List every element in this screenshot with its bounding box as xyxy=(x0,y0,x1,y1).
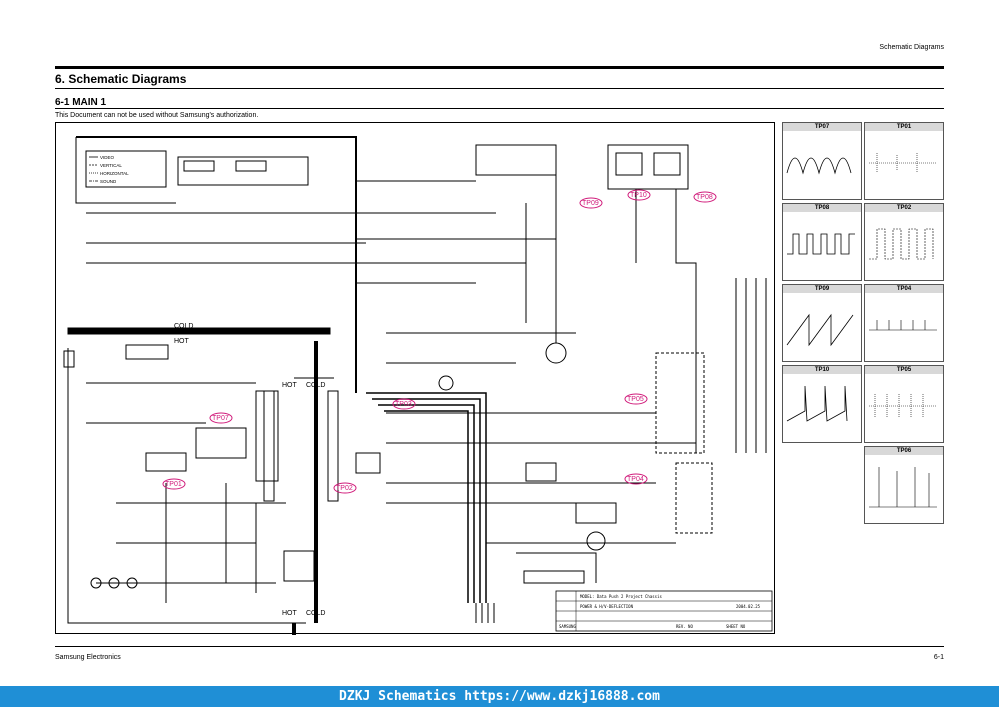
waveform-label: TP04 xyxy=(865,285,943,293)
waveform-tp09: TP09 xyxy=(782,284,862,362)
waveform-tp10: TP10 xyxy=(782,365,862,443)
sub-title-rule xyxy=(55,108,944,109)
tp02-marker: TP02 xyxy=(336,485,353,492)
legend-video: VIDEO xyxy=(100,155,115,160)
hot-label: HOT xyxy=(174,338,190,345)
hot-label-bottom: HOT xyxy=(282,610,298,617)
waveform-label: TP08 xyxy=(783,204,861,212)
tp03-marker: TP03 xyxy=(395,401,412,408)
title-block-date: 2004.02.25 xyxy=(736,604,761,609)
cold-label-center: COLD xyxy=(306,382,325,389)
legend-horizontal: HORIZONTAL xyxy=(100,171,129,176)
footer-company: Samsung Electronics xyxy=(55,654,121,661)
tp07-marker: TP07 xyxy=(212,415,229,422)
section-rule xyxy=(55,88,944,89)
schematic-svg: COLD HOT HOT COLD HOT COLD VIDEO VERTICA… xyxy=(63,136,773,635)
header-section-label: Schematic Diagrams xyxy=(879,44,944,51)
waveform-label: TP06 xyxy=(865,447,943,455)
waveform-label: TP10 xyxy=(783,366,861,374)
header-rule xyxy=(55,66,944,69)
waveform-tp02: TP02 xyxy=(864,203,944,281)
cold-label: COLD xyxy=(174,323,193,330)
hot-label-center: HOT xyxy=(282,382,298,389)
tp01-marker: TP01 xyxy=(165,481,182,488)
waveform-label: TP09 xyxy=(783,285,861,293)
waveform-tp07: TP07 xyxy=(782,122,862,200)
page-number: 6-1 xyxy=(933,654,944,661)
waveform-tp01: TP01 xyxy=(864,122,944,200)
waveform-tp04: TP04 xyxy=(864,284,944,362)
tp09-marker: TP09 xyxy=(582,200,599,207)
footer-rule xyxy=(55,646,944,647)
section-title: 6. Schematic Diagrams xyxy=(55,72,187,86)
waveform-tp08: TP08 xyxy=(782,203,862,281)
cold-label-bottom: COLD xyxy=(306,610,325,617)
tp05-marker: TP05 xyxy=(627,396,644,403)
waveform-tp05: TP05 xyxy=(864,365,944,443)
waveform-label: TP07 xyxy=(783,123,861,131)
authorization-notice: This Document can not be used without Sa… xyxy=(55,112,259,119)
title-block-company: SAMSUNG xyxy=(559,624,576,629)
tp08-marker: TP08 xyxy=(696,194,713,201)
title-block-rev: REV. NO xyxy=(676,624,693,629)
waveform-label: TP02 xyxy=(865,204,943,212)
tp10-marker: TP10 xyxy=(630,192,647,199)
watermark-banner: DZKJ Schematics https://www.dzkj16888.co… xyxy=(0,686,999,707)
legend-vertical: VERTICAL xyxy=(100,163,122,168)
waveform-tp06: TP06 xyxy=(864,446,944,524)
legend-sound: SOUND xyxy=(100,179,117,184)
sub-title: 6-1 MAIN 1 xyxy=(55,97,107,108)
waveform-label: TP01 xyxy=(865,123,943,131)
tp04-marker: TP04 xyxy=(627,476,644,483)
title-block: MODEL: Data Push 2 Project Chassis POWER… xyxy=(555,590,773,632)
schematic-diagram: COLD HOT HOT COLD HOT COLD VIDEO VERTICA… xyxy=(55,122,775,635)
title-block-title: MODEL: Data Push 2 Project Chassis xyxy=(580,594,662,599)
title-block-block: POWER & H/V-DEFLECTION xyxy=(580,604,634,609)
title-block-sheet: SHEET NO xyxy=(726,624,746,629)
waveform-label: TP05 xyxy=(865,366,943,374)
